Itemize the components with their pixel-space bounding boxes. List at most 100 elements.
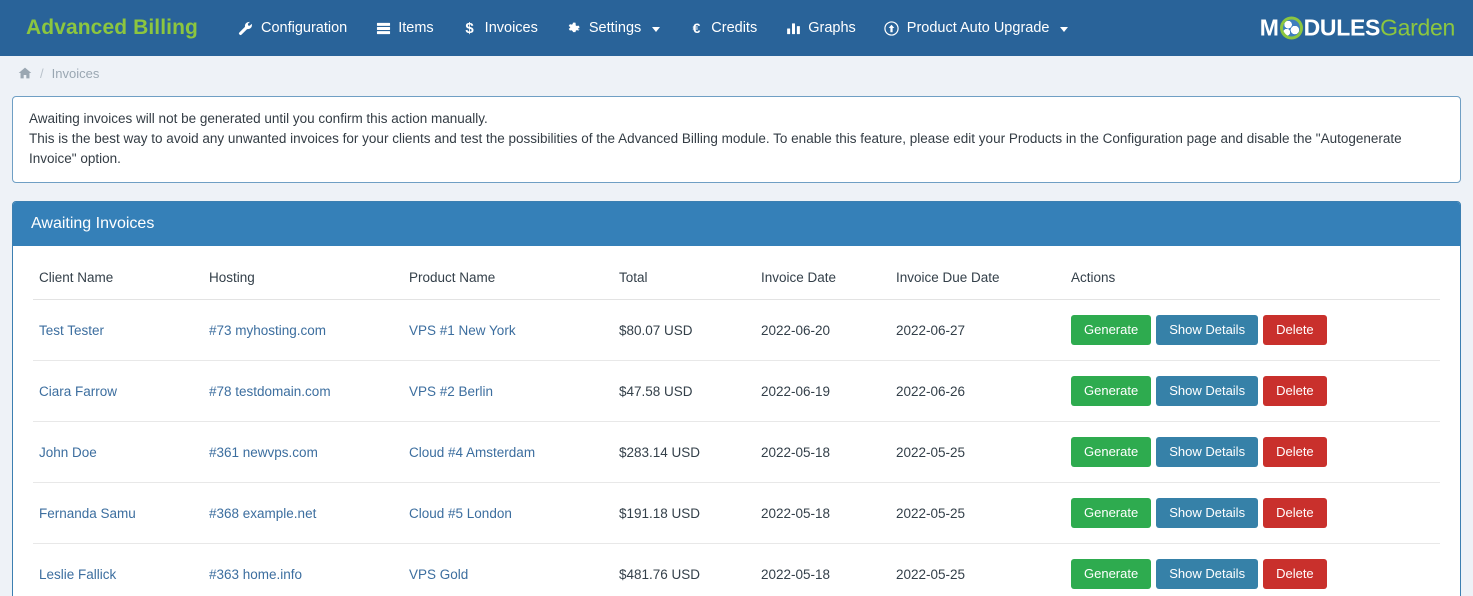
row-action-buttons: Generate Show Details Delete (1071, 498, 1434, 528)
nav-label: Invoices (484, 20, 538, 36)
show-details-button[interactable]: Show Details (1156, 315, 1259, 345)
cell-total: $191.18 USD (613, 482, 755, 544)
column-header-hosting[interactable]: Hosting (203, 254, 403, 300)
table-row: John Doe #361 newvps.com Cloud #4 Amster… (33, 421, 1440, 483)
generate-button[interactable]: Generate (1071, 376, 1152, 406)
server-stack-icon (375, 20, 391, 36)
row-action-buttons: Generate Show Details Delete (1071, 559, 1434, 589)
chevron-down-icon (652, 26, 661, 32)
nav-item-settings[interactable]: Settings (552, 14, 674, 42)
client-name-link[interactable]: John Doe (39, 445, 97, 460)
globe-icon (1279, 16, 1303, 40)
nav-item-configuration[interactable]: Configuration (224, 14, 361, 42)
cell-total: $481.76 USD (613, 543, 755, 596)
delete-button[interactable]: Delete (1263, 315, 1327, 345)
client-name-link[interactable]: Fernanda Samu (39, 506, 136, 521)
column-header-actions: Actions (1065, 254, 1440, 300)
cell-actions: Generate Show Details Delete (1065, 421, 1440, 483)
breadcrumb-current: Invoices (51, 65, 100, 81)
cell-total: $47.58 USD (613, 360, 755, 422)
generate-button[interactable]: Generate (1071, 559, 1152, 589)
nav-item-graphs[interactable]: Graphs (771, 14, 870, 42)
delete-button[interactable]: Delete (1263, 376, 1327, 406)
cell-total: $283.14 USD (613, 421, 755, 483)
nav-label: Graphs (808, 20, 856, 36)
cell-hosting: #361 newvps.com (203, 421, 403, 483)
product-name-link[interactable]: VPS Gold (409, 567, 468, 582)
cell-invoice-due-date: 2022-05-25 (890, 543, 1065, 596)
product-name-link[interactable]: Cloud #5 London (409, 506, 512, 521)
hosting-link[interactable]: #78 testdomain.com (209, 384, 331, 399)
gear-icon (566, 20, 582, 36)
show-details-button[interactable]: Show Details (1156, 498, 1259, 528)
client-name-link[interactable]: Ciara Farrow (39, 384, 117, 399)
generate-button[interactable]: Generate (1071, 498, 1152, 528)
cell-client-name: Leslie Fallick (33, 543, 203, 596)
hosting-link[interactable]: #368 example.net (209, 506, 316, 521)
row-action-buttons: Generate Show Details Delete (1071, 437, 1434, 467)
modulesgarden-logo[interactable]: M DULES Garden (1260, 14, 1456, 42)
client-name-link[interactable]: Leslie Fallick (39, 567, 116, 582)
panel-title: Awaiting Invoices (13, 202, 1460, 246)
nav-label: Credits (711, 20, 758, 36)
cell-hosting: #78 testdomain.com (203, 360, 403, 422)
nav-item-product-auto-upgrade[interactable]: Product Auto Upgrade (870, 14, 1083, 42)
nav-item-items[interactable]: Items (361, 14, 447, 42)
product-name-link[interactable]: Cloud #4 Amsterdam (409, 445, 535, 460)
cell-invoice-date: 2022-05-18 (755, 421, 890, 483)
breadcrumb: / Invoices (0, 56, 1473, 90)
table-body: Test Tester #73 myhosting.com VPS #1 New… (33, 299, 1440, 596)
nav-label: Configuration (260, 20, 348, 36)
column-header-invoice-date[interactable]: Invoice Date (755, 254, 890, 300)
cell-hosting: #363 home.info (203, 543, 403, 596)
cell-invoice-date: 2022-06-19 (755, 360, 890, 422)
home-icon[interactable] (18, 66, 32, 80)
cell-client-name: Ciara Farrow (33, 360, 203, 422)
dollar-icon: $ (462, 20, 478, 36)
generate-button[interactable]: Generate (1071, 315, 1152, 345)
wrench-icon (238, 20, 254, 36)
cell-product-name: Cloud #4 Amsterdam (403, 421, 613, 483)
cell-product-name: VPS Gold (403, 543, 613, 596)
info-alert: Awaiting invoices will not be generated … (12, 96, 1461, 183)
cell-invoice-date: 2022-06-20 (755, 299, 890, 361)
cell-invoice-due-date: 2022-06-26 (890, 360, 1065, 422)
hosting-link[interactable]: #361 newvps.com (209, 445, 318, 460)
top-navbar: Advanced Billing Configuration Items $ I… (0, 0, 1473, 56)
chevron-down-icon (1060, 26, 1069, 32)
cell-product-name: VPS #1 New York (403, 299, 613, 361)
nav-item-credits[interactable]: € Credits (674, 14, 771, 42)
panel-body: Client Name Hosting Product Name Total I… (13, 246, 1460, 596)
column-header-product-name[interactable]: Product Name (403, 254, 613, 300)
show-details-button[interactable]: Show Details (1156, 559, 1259, 589)
show-details-button[interactable]: Show Details (1156, 376, 1259, 406)
arrow-up-circle-icon (884, 20, 900, 36)
nav-label: Product Auto Upgrade (906, 20, 1050, 36)
column-header-total[interactable]: Total (613, 254, 755, 300)
delete-button[interactable]: Delete (1263, 559, 1327, 589)
product-name-link[interactable]: VPS #1 New York (409, 323, 516, 338)
client-name-link[interactable]: Test Tester (39, 323, 104, 338)
column-header-invoice-due-date[interactable]: Invoice Due Date (890, 254, 1065, 300)
cell-client-name: Fernanda Samu (33, 482, 203, 544)
bar-chart-icon (785, 20, 801, 36)
cell-hosting: #368 example.net (203, 482, 403, 544)
generate-button[interactable]: Generate (1071, 437, 1152, 467)
hosting-link[interactable]: #73 myhosting.com (209, 323, 326, 338)
cell-actions: Generate Show Details Delete (1065, 360, 1440, 422)
nav-item-invoices[interactable]: $ Invoices (448, 14, 552, 42)
hosting-link[interactable]: #363 home.info (209, 567, 302, 582)
show-details-button[interactable]: Show Details (1156, 437, 1259, 467)
brand-title[interactable]: Advanced Billing (26, 16, 198, 40)
delete-button[interactable]: Delete (1263, 498, 1327, 528)
product-name-link[interactable]: VPS #2 Berlin (409, 384, 493, 399)
delete-button[interactable]: Delete (1263, 437, 1327, 467)
nav-label: Settings (588, 20, 642, 36)
logo-dules-text: DULES (1303, 14, 1381, 41)
cell-total: $80.07 USD (613, 299, 755, 361)
awaiting-invoices-table: Client Name Hosting Product Name Total I… (33, 254, 1440, 596)
row-action-buttons: Generate Show Details Delete (1071, 376, 1434, 406)
alert-line-1: Awaiting invoices will not be generated … (29, 111, 488, 126)
cell-client-name: Test Tester (33, 299, 203, 361)
column-header-client-name[interactable]: Client Name (33, 254, 203, 300)
